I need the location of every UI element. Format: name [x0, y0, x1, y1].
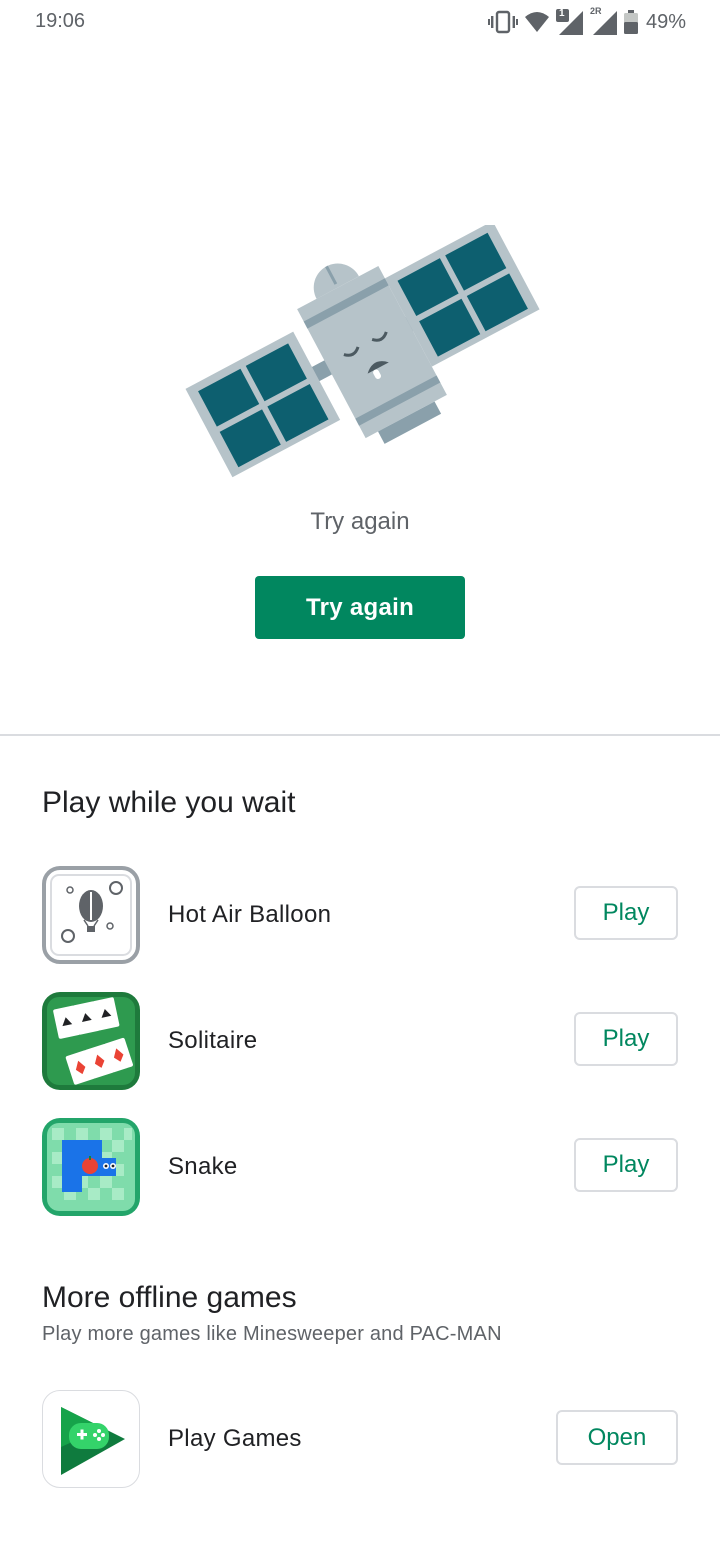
- play-solitaire-button[interactable]: Play: [574, 1012, 678, 1066]
- sim2-badge: 2R: [589, 6, 602, 16]
- game-row-solitaire[interactable]: Solitaire Play: [42, 992, 678, 1090]
- game-name: Hot Air Balloon: [168, 901, 332, 928]
- game-row-hot-air-balloon[interactable]: Hot Air Balloon Play: [42, 866, 678, 964]
- game-name: Snake: [168, 1153, 238, 1180]
- status-bar: 19:06 1 2R 49%: [0, 0, 720, 44]
- game-row-snake[interactable]: Snake Play: [42, 1118, 678, 1216]
- snake-icon: [42, 1118, 140, 1216]
- battery-percent: 49%: [645, 10, 686, 33]
- sleeping-satellite-illustration: [180, 221, 540, 485]
- game-name: Solitaire: [168, 1027, 258, 1054]
- signal-sim2-icon: 2R: [589, 6, 618, 35]
- status-icons: 1 2R 49%: [487, 6, 686, 36]
- play-snake-button[interactable]: Play: [574, 1138, 678, 1192]
- signal-sim1-icon: 1: [555, 8, 584, 35]
- vibrate-icon: [487, 10, 518, 34]
- battery-icon: [623, 10, 638, 34]
- sim1-badge: 1: [558, 8, 565, 19]
- hot-air-balloon-icon: [42, 866, 140, 964]
- error-message: Try again: [310, 508, 410, 535]
- app-row-play-games[interactable]: Play Games Open: [42, 1390, 678, 1488]
- app-name: Play Games: [168, 1425, 302, 1452]
- try-again-button[interactable]: Try again: [255, 576, 465, 639]
- open-play-games-button[interactable]: Open: [556, 1410, 678, 1465]
- play-while-you-wait-title: Play while you wait: [42, 786, 296, 819]
- more-offline-games-title: More offline games: [42, 1281, 297, 1314]
- status-time: 19:06: [35, 10, 86, 32]
- more-offline-games-subtitle: Play more games like Minesweeper and PAC…: [42, 1323, 502, 1345]
- play-hot-air-balloon-button[interactable]: Play: [574, 886, 678, 940]
- solitaire-icon: [42, 992, 140, 1090]
- play-games-icon: [42, 1390, 140, 1488]
- divider: [0, 734, 720, 736]
- wifi-icon: [524, 10, 550, 34]
